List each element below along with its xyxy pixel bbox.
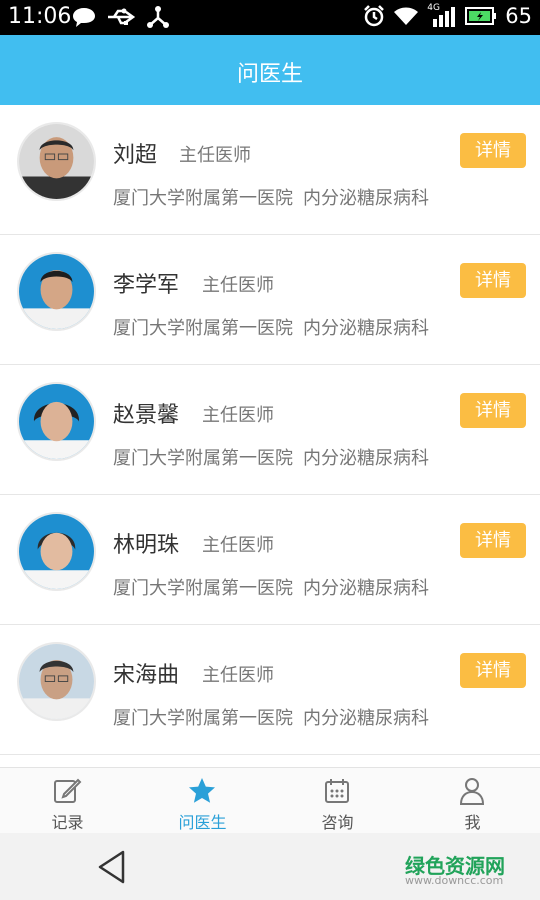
doctor-name: 林明珠 [113, 533, 180, 558]
doctor-affiliation: 厦门大学附属第一医院 内分泌糖尿病科 [113, 314, 429, 340]
doctor-avatar [17, 382, 96, 461]
doctor-name: 李学军 [113, 273, 180, 298]
doctor-row[interactable]: 赵景馨 主任医师 厦门大学附属第一医院 内分泌糖尿病科 详情 [0, 365, 540, 495]
doctor-name: 刘超 [113, 143, 158, 168]
department-name: 内分泌糖尿病科 [303, 448, 429, 469]
battery-icon [465, 7, 497, 25]
department-name: 内分泌糖尿病科 [303, 708, 429, 729]
doctor-title: 主任医师 [202, 535, 274, 556]
tab-label: 记录 [51, 813, 84, 832]
alarm-icon [364, 5, 385, 27]
system-nav-bar: 绿色资源网 www.downcc.com [0, 833, 540, 900]
doctor-name: 赵景馨 [113, 403, 180, 428]
doctor-row[interactable]: 李学军 主任医师 厦门大学附属第一医院 内分泌糖尿病科 详情 [0, 235, 540, 365]
doctor-list[interactable]: 刘超 主任医师 厦门大学附属第一医院 内分泌糖尿病科 详情 李学军 主任医师 厦门… [0, 105, 540, 767]
doctor-title: 主任医师 [179, 145, 251, 166]
usb-icon [108, 8, 136, 25]
doctor-avatar [17, 512, 96, 591]
tab-label: 我 [464, 813, 481, 832]
share-icon [147, 6, 169, 28]
doctor-name: 宋海曲 [113, 663, 180, 688]
hospital-name: 厦门大学附属第一医院 [113, 708, 293, 729]
department-name: 内分泌糖尿病科 [303, 578, 429, 599]
person-icon [459, 778, 485, 805]
back-icon[interactable] [97, 850, 127, 884]
doctor-row[interactable]: 宋海曲 主任医师 厦门大学附属第一医院 内分泌糖尿病科 详情 [0, 625, 540, 755]
doctor-avatar [17, 122, 96, 201]
hospital-name: 厦门大学附属第一医院 [113, 578, 293, 599]
doctor-row[interactable]: 林明珠 主任医师 厦门大学附属第一医院 内分泌糖尿病科 详情 [0, 495, 540, 625]
hospital-name: 厦门大学附属第一医院 [113, 318, 293, 339]
doctor-affiliation: 厦门大学附属第一医院 内分泌糖尿病科 [113, 704, 429, 730]
tab-ask-doctor[interactable]: 问医生 [135, 768, 270, 834]
doctor-row[interactable]: 刘超 主任医师 厦门大学附属第一医院 内分泌糖尿病科 详情 [0, 105, 540, 235]
doctor-affiliation: 厦门大学附属第一医院 内分泌糖尿病科 [113, 574, 429, 600]
tab-me[interactable]: 我 [405, 768, 540, 834]
detail-button[interactable]: 详情 [460, 653, 526, 688]
doctor-title: 主任医师 [202, 665, 274, 686]
battery-level: 65 [505, 4, 532, 28]
doctor-title: 主任医师 [202, 405, 274, 426]
wifi-icon [394, 7, 419, 25]
doctor-avatar [17, 252, 96, 331]
department-name: 内分泌糖尿病科 [303, 318, 429, 339]
signal-icon [433, 7, 456, 27]
edit-icon [54, 778, 82, 803]
tab-label: 咨询 [321, 813, 354, 832]
tab-label: 问医生 [178, 813, 227, 832]
message-icon [73, 8, 95, 27]
watermark: 绿色资源网 www.downcc.com [405, 850, 535, 892]
status-bar: 11:06 4G 65 [0, 0, 540, 35]
status-time: 11:06 [8, 4, 72, 29]
doctor-affiliation: 厦门大学附属第一医院 内分泌糖尿病科 [113, 184, 429, 210]
hospital-name: 厦门大学附属第一医院 [113, 448, 293, 469]
doctor-avatar [17, 642, 96, 721]
detail-button[interactable]: 详情 [460, 133, 526, 168]
tab-records[interactable]: 记录 [0, 768, 135, 834]
tab-consult[interactable]: 咨询 [270, 768, 405, 834]
department-name: 内分泌糖尿病科 [303, 188, 429, 209]
detail-button[interactable]: 详情 [460, 523, 526, 558]
detail-button[interactable]: 详情 [460, 393, 526, 428]
bottom-nav: 记录 问医生 咨询 我 [0, 767, 540, 833]
app-header: 问医生 [0, 35, 540, 105]
watermark-url: www.downcc.com [405, 874, 504, 887]
detail-button[interactable]: 详情 [460, 263, 526, 298]
doctor-title: 主任医师 [202, 275, 274, 296]
hospital-name: 厦门大学附属第一医院 [113, 188, 293, 209]
doctor-affiliation: 厦门大学附属第一医院 内分泌糖尿病科 [113, 444, 429, 470]
calendar-icon [325, 779, 349, 803]
page-title: 问医生 [236, 62, 303, 87]
star-icon [189, 778, 215, 803]
